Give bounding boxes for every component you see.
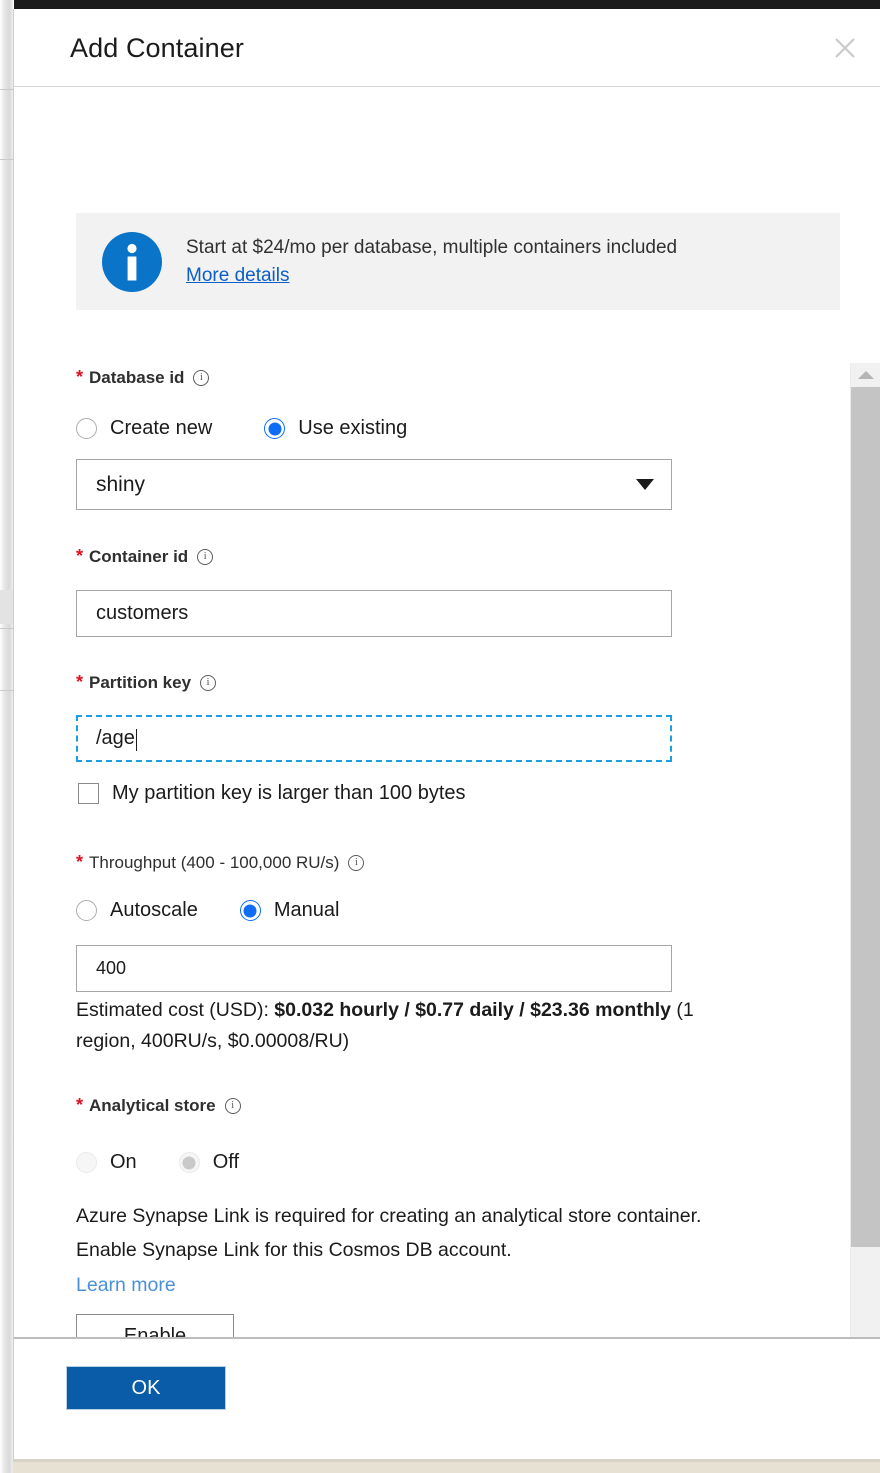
page-root: Add Container Start at $24/mo per databa… — [0, 0, 880, 1473]
background-divider — [0, 89, 13, 90]
radio-dot-unchecked — [76, 900, 97, 921]
chevron-down-icon — [636, 479, 654, 490]
background-block — [0, 590, 13, 624]
partition-key-large-checkbox[interactable]: My partition key is larger than 100 byte… — [78, 782, 466, 805]
info-circle-icon[interactable]: i — [200, 674, 217, 691]
top-black-bar — [14, 0, 880, 9]
radio-analytical-off[interactable]: Off — [178, 1151, 239, 1174]
dialog-header: Add Container — [14, 9, 880, 87]
add-container-dialog: Add Container Start at $24/mo per databa… — [13, 9, 880, 1459]
container-id-label: * Container id i — [76, 546, 214, 567]
throughput-label-text: Throughput (400 - 100,000 RU/s) — [89, 852, 340, 872]
radio-label-use-existing: Use existing — [298, 417, 408, 439]
estimated-cost-value: $0.032 hourly / $0.77 daily / $23.36 mon… — [274, 999, 671, 1021]
info-icon — [101, 231, 163, 293]
radio-create-new[interactable]: Create new — [76, 417, 212, 440]
scrollbar-thumb[interactable] — [851, 387, 880, 1247]
radio-dot-unchecked — [76, 418, 97, 439]
database-id-radio-group: Create new Use existing — [76, 417, 407, 440]
database-id-label-text: Database id — [89, 367, 185, 387]
analytical-store-radio-group: On Off — [76, 1151, 239, 1174]
dialog-footer: OK — [14, 1337, 880, 1459]
throughput-label: * Throughput (400 - 100,000 RU/s) i — [76, 852, 365, 873]
learn-more-link[interactable]: Learn more — [76, 1268, 176, 1302]
background-page-sliver — [0, 0, 13, 1473]
partition-key-label-text: Partition key — [89, 672, 192, 692]
radio-analytical-on[interactable]: On — [76, 1151, 137, 1174]
info-circle-icon[interactable]: i — [224, 1097, 241, 1114]
dialog-scrollbar[interactable] — [850, 363, 880, 1337]
radio-dot-checked — [264, 418, 286, 439]
analytical-store-description: Azure Synapse Link is required for creat… — [76, 1205, 702, 1261]
database-id-dropdown-value: shiny — [96, 472, 146, 496]
container-id-input-value: customers — [96, 602, 189, 624]
radio-dot-disabled-checked — [178, 1152, 200, 1173]
close-icon[interactable] — [824, 27, 866, 69]
radio-dot-checked — [239, 900, 261, 921]
info-circle-icon[interactable]: i — [197, 548, 214, 565]
database-id-label: * Database id i — [76, 367, 210, 388]
background-divider — [0, 628, 13, 629]
throughput-input[interactable]: 400 — [76, 945, 672, 992]
info-circle-icon[interactable]: i — [348, 854, 365, 871]
bottom-strip — [13, 1462, 880, 1473]
container-id-label-text: Container id — [89, 546, 189, 566]
required-asterisk: * — [76, 1095, 84, 1115]
partition-key-label: * Partition key i — [76, 672, 217, 693]
radio-label-on: On — [110, 1151, 137, 1173]
radio-dot-disabled-unchecked — [76, 1152, 97, 1173]
radio-autoscale[interactable]: Autoscale — [76, 899, 198, 922]
partition-key-input[interactable]: /age — [76, 715, 672, 762]
required-asterisk: * — [76, 672, 84, 692]
estimated-cost-prefix: Estimated cost (USD): — [76, 999, 275, 1021]
dialog-body-content: Start at $24/mo per database, multiple c… — [14, 87, 852, 1337]
text-caret — [135, 728, 138, 751]
partition-key-input-value: /age — [96, 727, 135, 749]
analytical-store-label-text: Analytical store — [89, 1095, 216, 1115]
radio-label-off: Off — [212, 1151, 239, 1173]
banner-text-group: Start at $24/mo per database, multiple c… — [186, 235, 677, 289]
required-asterisk: * — [76, 852, 84, 872]
scroll-up-arrow-icon[interactable] — [851, 363, 880, 387]
page-title: Add Container — [70, 33, 244, 63]
radio-label-create-new: Create new — [110, 417, 213, 439]
info-circle-icon[interactable]: i — [193, 369, 210, 386]
checkbox-label: My partition key is larger than 100 byte… — [112, 782, 466, 804]
radio-use-existing[interactable]: Use existing — [264, 417, 407, 440]
estimated-cost-text: Estimated cost (USD): $0.032 hourly / $0… — [76, 995, 716, 1057]
banner-message: Start at $24/mo per database, multiple c… — [186, 236, 678, 258]
radio-label-autoscale: Autoscale — [110, 899, 198, 921]
database-id-dropdown[interactable]: shiny — [76, 459, 672, 510]
more-details-link[interactable]: More details — [186, 263, 290, 289]
required-asterisk: * — [76, 367, 84, 387]
pricing-info-banner: Start at $24/mo per database, multiple c… — [76, 213, 840, 310]
enable-button[interactable]: Enable — [76, 1314, 234, 1337]
required-asterisk: * — [76, 546, 84, 566]
analytical-store-label: * Analytical store i — [76, 1095, 241, 1116]
throughput-input-value: 400 — [96, 958, 127, 978]
background-divider — [0, 690, 13, 691]
background-divider — [0, 159, 13, 160]
checkbox-box — [78, 783, 99, 804]
radio-label-manual: Manual — [273, 899, 340, 921]
radio-manual[interactable]: Manual — [239, 899, 340, 922]
container-id-input[interactable]: customers — [76, 590, 672, 637]
throughput-radio-group: Autoscale Manual — [76, 899, 339, 922]
dialog-body: Start at $24/mo per database, multiple c… — [14, 87, 880, 1337]
ok-button[interactable]: OK — [66, 1366, 226, 1410]
